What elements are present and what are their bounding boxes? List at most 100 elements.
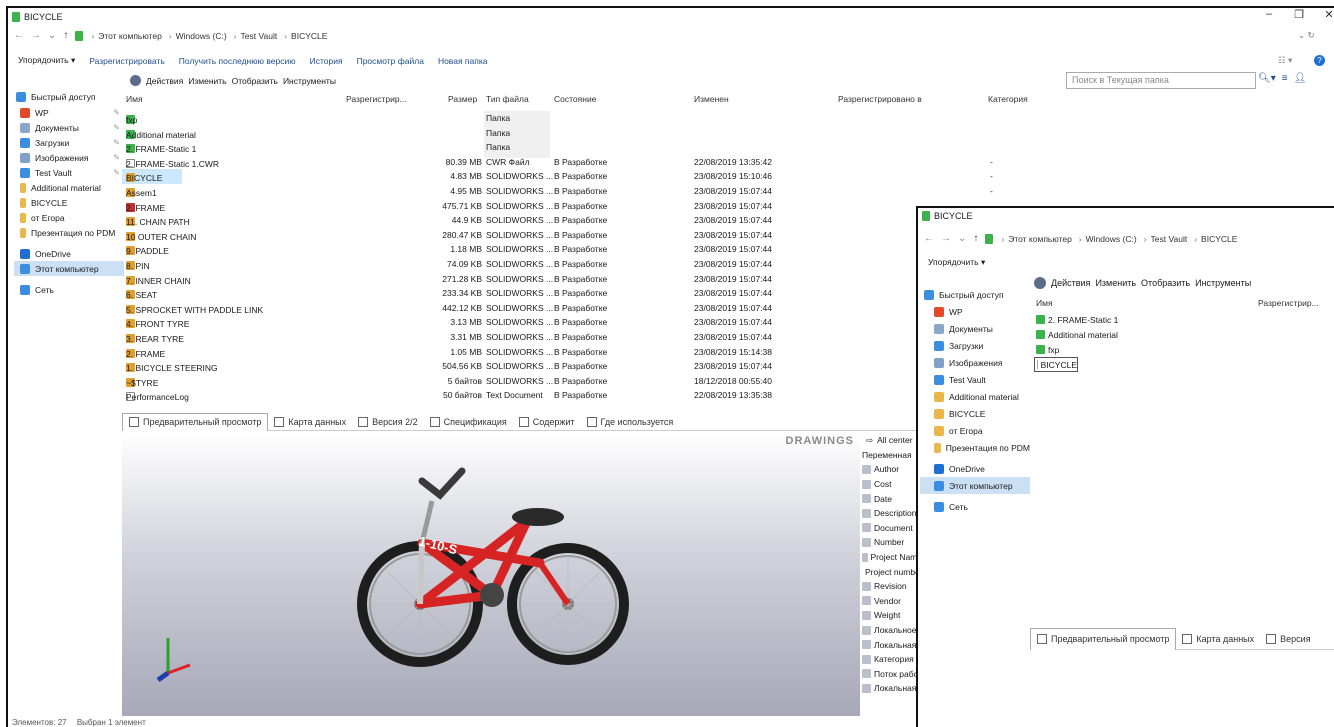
get-latest-button[interactable]: Получить последнюю версию	[179, 56, 296, 66]
breadcrumb-computer[interactable]: Этот компьютер	[98, 31, 162, 41]
file-row[interactable]: 2. FRAME 1.05 MB SOLIDWORKS ... В Разработк…	[122, 345, 902, 360]
new-folder-button[interactable]: Новая папка	[438, 56, 488, 66]
file-row[interactable]: 2. FRAME-Static 1	[1034, 312, 1118, 327]
history-button[interactable]: История	[310, 56, 343, 66]
up-arrow-icon[interactable]: ↑	[973, 233, 978, 244]
nav-item[interactable]: Additional material	[14, 180, 124, 195]
property-row[interactable]: Локальная	[862, 637, 922, 652]
col-name[interactable]: Имя	[1036, 298, 1053, 308]
property-row[interactable]: Revision	[862, 579, 922, 594]
col-modified[interactable]: Изменен	[694, 94, 729, 104]
organize-button[interactable]: Упорядочить ▾	[928, 257, 985, 268]
tab-version[interactable]: Версия 2/2	[352, 413, 423, 431]
nav-item[interactable]: WP ✎	[14, 105, 124, 120]
file-row[interactable]: 7. INNER CHAIN 271.28 KB SOLIDWORKS ... В Р…	[122, 272, 902, 287]
file-row[interactable]: 3. REAR TYRE 3.31 MB SOLIDWORKS ... В Разра…	[122, 330, 902, 345]
breadcrumb-drive[interactable]: Windows (C:)	[176, 31, 227, 41]
file-row[interactable]: BICYCLE 4.83 MB SOLIDWORKS ... В Разработке…	[122, 169, 993, 185]
col-checkedout[interactable]: Разрегистрир...	[1258, 298, 1319, 308]
tab-datacard[interactable]: Карта данных	[268, 413, 352, 431]
nav-item[interactable]: WP	[920, 303, 1030, 320]
nav-item[interactable]: Этот компьютер	[920, 477, 1030, 494]
nav-item[interactable]: Test Vault ✎	[14, 165, 124, 180]
nav-item[interactable]: OneDrive	[920, 460, 1030, 477]
menu-edit[interactable]: Изменить	[1095, 278, 1136, 288]
tab-datacard[interactable]: Карта данных	[1176, 628, 1260, 650]
organize-button[interactable]: Упорядочить ▾	[18, 55, 75, 66]
file-row[interactable]: 2. FRAME-Static 1.CWR 80.39 MB CWR Файл В Р…	[122, 155, 993, 170]
tab-bom[interactable]: Спецификация	[424, 413, 513, 431]
file-row[interactable]: fxp Папка	[122, 111, 902, 126]
property-row[interactable]: Cost	[862, 477, 922, 492]
recent-dropdown-icon[interactable]: ⌄	[958, 233, 966, 244]
file-row[interactable]: 5. SPROCKET WITH PADDLE LINK 442.12 KB SOL…	[122, 301, 902, 316]
menu-edit[interactable]: Изменить	[188, 76, 226, 86]
filter-icon[interactable]: ≡	[1282, 73, 1288, 84]
property-row[interactable]: Date	[862, 491, 922, 506]
property-row[interactable]: Number	[862, 535, 922, 550]
search-icon[interactable]: 🔍︎▾	[1258, 73, 1276, 84]
nav-item[interactable]: Сеть	[920, 498, 1030, 515]
menu-actions[interactable]: Действия	[1051, 278, 1090, 288]
breadcrumb-bicycle[interactable]: BICYCLE	[291, 31, 327, 41]
file-row[interactable]: PerformanceLog 50 байтов Text Document В Ра…	[122, 388, 902, 403]
refresh-icon[interactable]: ⌄ ↻	[1298, 30, 1315, 41]
tab-preview[interactable]: Предварительный просмотр	[1030, 627, 1177, 650]
property-row[interactable]: Vendor	[862, 594, 922, 609]
breadcrumb-computer[interactable]: Этот компьютер	[1008, 234, 1072, 244]
col-size[interactable]: Размер	[448, 94, 477, 104]
nav-item[interactable]: Загрузки ✎	[14, 135, 124, 150]
user-icon[interactable]: 👤︎	[1294, 73, 1307, 84]
menu-tools[interactable]: Инструменты	[1195, 278, 1251, 288]
prop-header[interactable]: All center	[877, 435, 912, 445]
nav-item[interactable]: Презентация по PDM	[14, 225, 124, 240]
tab-where-used[interactable]: Где используется	[581, 413, 680, 431]
nav-item[interactable]: от Егора	[14, 210, 124, 225]
property-row[interactable]: Поток работ	[862, 667, 922, 682]
col-checkedout[interactable]: Разрегистрир...	[346, 94, 407, 104]
pin-icon[interactable]: ✎	[113, 108, 120, 117]
property-row[interactable]: Weight	[862, 608, 922, 623]
help-icon[interactable]: ?	[1314, 55, 1325, 66]
nav-item[interactable]: Изображения ✎	[14, 150, 124, 165]
file-row[interactable]: ~$TYRE 5 байтов SOLIDWORKS ... В Разработке…	[122, 374, 902, 389]
file-row[interactable]: Additional material	[1034, 327, 1118, 342]
tab-version[interactable]: Версия	[1260, 628, 1316, 650]
close-button[interactable]: ✕	[1314, 8, 1334, 21]
back-arrow-icon[interactable]: ←	[924, 233, 934, 244]
pin-icon[interactable]: ✎	[113, 168, 120, 177]
col-name[interactable]: Имя	[126, 94, 143, 104]
minimize-button[interactable]: –	[1254, 8, 1284, 21]
up-arrow-icon[interactable]: ↑	[63, 30, 68, 41]
nav-item[interactable]: Быстрый доступ	[14, 88, 124, 105]
file-row[interactable]: 11. CHAIN PATH 44.9 KB SOLIDWORKS ... В Раз…	[122, 213, 902, 228]
nav-item[interactable]: Загрузки	[920, 337, 1030, 354]
file-row[interactable]: 6. SEAT 233.34 KB SOLIDWORKS ... В Разработ…	[122, 286, 902, 301]
nav-item[interactable]: Сеть	[14, 282, 124, 297]
nav-item[interactable]: Test Vault	[920, 371, 1030, 388]
breadcrumb-bicycle[interactable]: BICYCLE	[1201, 234, 1237, 244]
file-row[interactable]: 2. FRAME-Static 1 Папка	[122, 140, 902, 155]
file-row[interactable]: 1. BICYCLE STEERING 504.56 KB SOLIDWORKS .…	[122, 359, 902, 374]
col-category[interactable]: Категория	[988, 94, 1028, 104]
property-row[interactable]: Project number	[862, 564, 922, 579]
address-bar[interactable]: ← → ⌄ ↑ › Этот компьютер › Windows (C:) › …	[8, 27, 1334, 44]
nav-item[interactable]: Этот компьютер	[14, 261, 124, 276]
nav-item[interactable]: Документы	[920, 320, 1030, 337]
nav-item[interactable]: Additional material	[920, 388, 1030, 405]
forward-arrow-icon[interactable]: →	[31, 30, 41, 41]
file-row[interactable]: BICYCLE	[1034, 357, 1078, 372]
property-row[interactable]: Локальная	[862, 681, 922, 696]
maximize-button[interactable]: ❐	[1284, 8, 1314, 21]
nav-item[interactable]: BICYCLE	[920, 405, 1030, 422]
recent-dropdown-icon[interactable]: ⌄	[48, 30, 56, 41]
nav-item[interactable]: OneDrive	[14, 246, 124, 261]
col-state[interactable]: Состояние	[554, 94, 596, 104]
property-row[interactable]: Author	[862, 462, 922, 477]
view-file-button[interactable]: Просмотр файла	[357, 56, 424, 66]
breadcrumb-vault[interactable]: Test Vault	[241, 31, 278, 41]
file-row[interactable]: 8. PIN 74.09 KB SOLIDWORKS ... В Разработке…	[122, 257, 902, 272]
col-checkedout-in[interactable]: Разрегистрировано в	[838, 94, 922, 104]
property-row[interactable]: Description	[862, 506, 922, 521]
property-row[interactable]: Категория	[862, 652, 922, 667]
